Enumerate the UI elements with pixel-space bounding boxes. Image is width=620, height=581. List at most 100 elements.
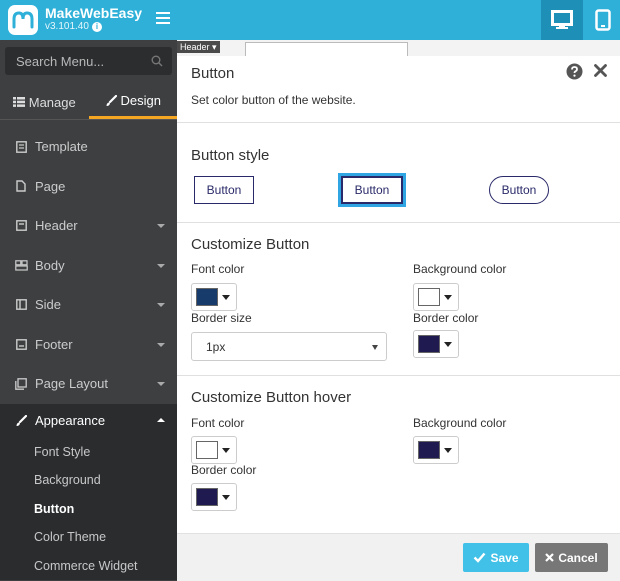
hover-font-color-picker[interactable]: [191, 436, 237, 464]
submenu-item-color-theme[interactable]: Color Theme: [0, 523, 177, 552]
dialog-title: Button: [191, 65, 235, 82]
caret-down-icon: [222, 494, 230, 500]
chevron-down-icon: [157, 382, 165, 386]
brush-icon: [106, 94, 117, 106]
submenu-item-commerce-widget[interactable]: Commerce Widget: [0, 552, 177, 581]
caret-down-icon: [444, 341, 452, 347]
version-label: v3.101.40 i: [45, 21, 102, 32]
color-swatch: [418, 288, 440, 306]
brand-name: MakeWebEasy: [45, 5, 143, 21]
sidebar-item-footer[interactable]: Footer: [0, 325, 177, 365]
cancel-button[interactable]: Cancel: [535, 543, 608, 572]
hover-background-color-picker[interactable]: [413, 436, 459, 464]
color-swatch: [196, 441, 218, 459]
check-icon: [474, 552, 486, 563]
close-icon[interactable]: [593, 63, 608, 78]
divider: [177, 222, 620, 223]
sidebar-tabs: Manage Design: [0, 85, 177, 119]
search-input[interactable]: [5, 47, 172, 75]
sidebar: Manage Design Template Page Header Body: [0, 40, 177, 581]
font-color-picker[interactable]: [191, 283, 237, 311]
customize-hover-title: Customize Button hover: [191, 389, 352, 406]
sidebar-item-label: Side: [35, 297, 62, 313]
desktop-view-button[interactable]: [541, 0, 583, 40]
chevron-up-icon: [157, 417, 165, 422]
brush-icon: [14, 414, 28, 427]
caret-down-icon: [444, 294, 452, 300]
desktop-icon: [551, 10, 573, 29]
sidebar-item-page[interactable]: Page: [0, 167, 177, 207]
caret-down-icon: [444, 447, 452, 453]
close-icon: [545, 553, 555, 562]
chevron-down-icon: [372, 345, 378, 350]
sidebar-item-side[interactable]: Side: [0, 285, 177, 325]
tablet-view-button[interactable]: [585, 0, 620, 40]
dialog-footer: Save Cancel: [177, 533, 620, 581]
button-style-pill[interactable]: Button: [489, 176, 549, 204]
version-text: v3.101.40: [45, 21, 89, 32]
search-icon[interactable]: [151, 55, 163, 67]
border-color-label: Border color: [413, 311, 479, 325]
tablet-icon: [594, 9, 611, 31]
template-icon: [14, 140, 28, 153]
save-button-label: Save: [490, 550, 519, 565]
customize-button-title: Customize Button: [191, 236, 310, 253]
list-icon: [12, 97, 25, 107]
sidebar-item-label: Page: [35, 178, 66, 194]
sidebar-item-body[interactable]: Body: [0, 246, 177, 286]
tab-divider: [0, 119, 177, 120]
top-bar: MakeWebEasy v3.101.40 i: [0, 0, 620, 40]
divider: [177, 375, 620, 376]
sidebar-item-template[interactable]: Template: [0, 127, 177, 167]
header-section-tag[interactable]: Header ▾: [177, 41, 220, 53]
caret-down-icon: [222, 294, 230, 300]
hover-border-color-label: Border color: [191, 463, 257, 477]
tab-manage[interactable]: Manage: [0, 85, 89, 119]
button-style-square[interactable]: Button: [194, 176, 254, 204]
dialog-description: Set color button of the website.: [191, 93, 356, 107]
border-color-picker[interactable]: [413, 330, 459, 358]
button-style-title: Button style: [191, 147, 270, 164]
sidebar-item-label: Template: [35, 139, 88, 155]
sidebar-item-label: Body: [35, 257, 65, 273]
sidebar-item-label: Footer: [35, 336, 73, 352]
tab-manage-label: Manage: [28, 94, 76, 110]
submenu-item-font-style[interactable]: Font Style: [0, 438, 177, 467]
save-button[interactable]: Save: [463, 543, 529, 572]
sidebar-item-label: Page Layout: [35, 376, 109, 392]
header-icon: [14, 220, 28, 232]
color-swatch: [418, 441, 440, 459]
layout-icon: [14, 377, 28, 390]
hover-border-color-picker[interactable]: [191, 483, 237, 511]
sidebar-item-appearance[interactable]: Appearance: [0, 403, 177, 438]
tab-design[interactable]: Design: [88, 85, 177, 119]
hamburger-icon[interactable]: [156, 12, 170, 24]
info-icon[interactable]: i: [91, 21, 102, 32]
divider: [177, 122, 620, 123]
logo-icon[interactable]: [8, 5, 38, 35]
hover-font-color-label: Font color: [191, 416, 245, 430]
hover-background-color-label: Background color: [413, 416, 507, 430]
chevron-down-icon: [157, 263, 165, 268]
sidebar-item-label: Header: [35, 218, 78, 234]
submenu-item-background[interactable]: Background: [0, 466, 177, 495]
cancel-button-label: Cancel: [558, 550, 598, 565]
page-icon: [14, 180, 28, 192]
border-size-label: Border size: [191, 311, 252, 325]
submenu-item-button[interactable]: Button: [0, 495, 177, 524]
help-icon[interactable]: [566, 63, 583, 80]
border-size-select[interactable]: 1px: [191, 332, 387, 361]
body-icon: [14, 259, 28, 271]
sidebar-item-page-layout[interactable]: Page Layout: [0, 364, 177, 404]
appearance-submenu: Font Style Background Button Color Theme…: [0, 437, 177, 581]
button-settings-dialog: Button Set color button of the website. …: [177, 56, 620, 581]
search-box: [5, 47, 172, 75]
caret-down-icon: [222, 447, 230, 453]
sidebar-item-header[interactable]: Header: [0, 206, 177, 246]
sidebar-menu: Template Page Header Body Side Footer Pa…: [0, 127, 177, 580]
button-style-rounded-selected[interactable]: Button: [338, 173, 406, 207]
background-color-picker[interactable]: [413, 283, 459, 311]
font-color-label: Font color: [191, 262, 245, 276]
chevron-down-icon: [157, 224, 165, 228]
tab-design-label: Design: [120, 93, 161, 108]
